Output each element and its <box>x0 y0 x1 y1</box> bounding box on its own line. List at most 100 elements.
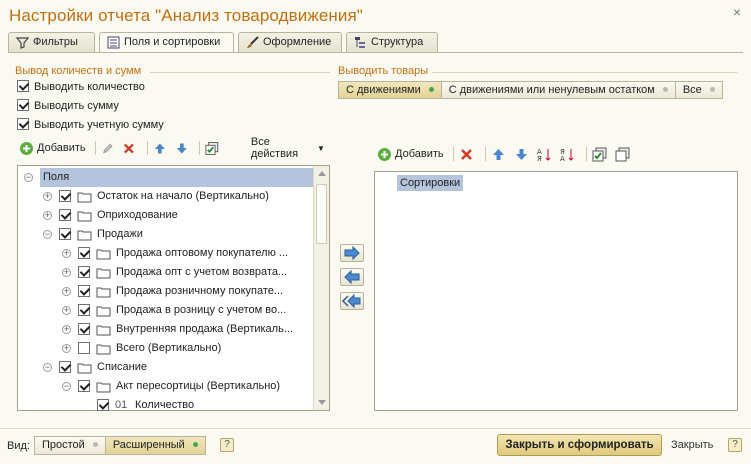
folder-icon <box>96 306 111 317</box>
check-all-icon[interactable] <box>592 147 607 162</box>
checkbox[interactable] <box>78 304 90 316</box>
option-with-movements-or-nonzero[interactable]: С движениями или ненулевым остатком <box>440 81 676 99</box>
expand-icon[interactable]: + <box>43 211 52 220</box>
expand-icon[interactable]: + <box>62 287 71 296</box>
tree-row[interactable]: + Внутренняя продажа (Вертикаль... <box>18 320 313 339</box>
sort-tree: Сортировки <box>374 171 738 411</box>
add-label: Добавить <box>37 142 86 154</box>
expand-icon[interactable]: + <box>62 325 71 334</box>
checkbox[interactable] <box>17 80 29 92</box>
checkbox[interactable] <box>78 247 90 259</box>
folder-icon <box>96 382 111 393</box>
collapse-icon[interactable]: − <box>24 173 33 182</box>
structure-icon <box>355 37 365 48</box>
folder-icon <box>77 230 92 241</box>
help-button-secondary[interactable]: ? <box>728 438 742 452</box>
uncheck-all-icon[interactable] <box>615 147 630 162</box>
checkbox-output-sum[interactable]: Выводить сумму <box>17 98 119 114</box>
tree-row[interactable]: − Поля <box>18 168 313 187</box>
tree-row[interactable]: + Оприходование <box>18 206 313 225</box>
checkbox-output-quantity[interactable]: Выводить количество <box>17 79 145 95</box>
checkbox[interactable] <box>78 266 90 278</box>
group-divider <box>432 72 737 73</box>
fields-toolbar: Добавить Все действия ▼ <box>19 136 329 160</box>
checkbox[interactable] <box>59 361 71 373</box>
view-extended-option[interactable]: Расширенный <box>104 436 206 455</box>
expand-icon[interactable]: + <box>62 344 71 353</box>
arrow-right-icon <box>344 245 360 261</box>
checkbox[interactable] <box>78 323 90 335</box>
move-down-icon[interactable] <box>175 141 189 156</box>
group-divider <box>150 72 330 73</box>
expand-icon[interactable]: + <box>43 192 52 201</box>
close-window-icon[interactable]: × <box>731 5 743 19</box>
option-label: С движениями <box>346 84 421 96</box>
collapse-icon[interactable]: − <box>62 382 71 391</box>
add-sort-button[interactable]: Добавить <box>377 145 444 163</box>
checkbox[interactable] <box>17 118 29 130</box>
tab-appearance[interactable]: Оформление <box>238 32 342 52</box>
add-label: Добавить <box>395 148 444 160</box>
check-all-icon[interactable] <box>205 141 219 156</box>
move-down-icon[interactable] <box>514 147 529 162</box>
tree-row[interactable]: − Продажи <box>18 225 313 244</box>
tree-row[interactable]: + Продажа розничному покупате... <box>18 282 313 301</box>
all-actions-menu[interactable]: Все действия ▼ <box>250 136 325 160</box>
tree-label: Продажа розничному покупате... <box>116 285 284 297</box>
collapse-icon[interactable]: − <box>43 230 52 239</box>
delete-icon[interactable] <box>122 141 136 156</box>
remove-all-from-sort-button[interactable] <box>340 292 364 310</box>
option-label: Простой <box>42 439 85 451</box>
tree-row[interactable]: + Продажа оптовому покупателю ... <box>18 244 313 263</box>
view-simple-option[interactable]: Простой <box>34 436 106 455</box>
checkbox[interactable] <box>17 99 29 111</box>
checkbox[interactable] <box>78 342 90 354</box>
close-button[interactable]: Закрыть <box>671 439 713 451</box>
help-button[interactable]: ? <box>220 438 234 452</box>
remove-from-sort-button[interactable] <box>340 268 364 286</box>
checkbox[interactable] <box>78 380 90 392</box>
chevron-down-icon: ▼ <box>317 143 325 153</box>
checkbox-output-accounting-sum[interactable]: Выводить учетную сумму <box>17 117 164 133</box>
edit-icon[interactable] <box>101 141 115 156</box>
sort-tree-row-root[interactable]: Сортировки <box>397 174 464 193</box>
sort-descending-icon[interactable]: ЯA <box>560 147 575 162</box>
checkbox[interactable] <box>59 228 71 240</box>
tree-row[interactable]: + Продажа в розницу с учетом во... <box>18 301 313 320</box>
scrollbar-vertical[interactable] <box>313 166 329 410</box>
delete-icon[interactable] <box>459 147 474 162</box>
checkbox[interactable] <box>78 285 90 297</box>
collapse-icon[interactable]: − <box>43 363 52 372</box>
tree-row[interactable]: − Акт пересортицы (Вертикально) <box>18 377 313 396</box>
expand-icon[interactable]: + <box>62 306 71 315</box>
scroll-up-icon[interactable] <box>318 171 326 176</box>
folder-icon <box>96 344 111 355</box>
checkbox[interactable] <box>97 399 109 411</box>
tab-filters[interactable]: Фильтры <box>8 32 95 52</box>
close-and-generate-button[interactable]: Закрыть и сформировать <box>497 434 662 456</box>
checkbox[interactable] <box>59 209 71 221</box>
toolbar-separator <box>452 147 454 161</box>
tree-row[interactable]: − Списание <box>18 358 313 377</box>
scroll-thumb[interactable] <box>316 184 327 244</box>
move-up-icon[interactable] <box>153 141 167 156</box>
move-up-icon[interactable] <box>491 147 506 162</box>
all-actions-label: Все действия <box>250 136 299 160</box>
folder-icon <box>96 325 111 336</box>
tab-fields-and-sorting[interactable]: Поля и сортировки <box>99 32 234 53</box>
tab-structure[interactable]: Структура <box>346 32 438 52</box>
scroll-down-icon[interactable] <box>318 400 326 405</box>
checkbox[interactable] <box>59 190 71 202</box>
tree-row[interactable]: + Остаток на начало (Вертикально) <box>18 187 313 206</box>
option-with-movements[interactable]: С движениями <box>338 81 442 99</box>
tree-row[interactable]: 01 Количество <box>18 396 313 415</box>
add-to-sort-button[interactable] <box>340 244 364 262</box>
tree-row[interactable]: + Продажа опт с учетом возврата... <box>18 263 313 282</box>
expand-icon[interactable]: + <box>62 268 71 277</box>
option-all[interactable]: Все <box>674 81 723 99</box>
tab-label: Оформление <box>263 36 332 48</box>
tree-row[interactable]: + Всего (Вертикально) <box>18 339 313 358</box>
add-field-button[interactable]: Добавить <box>19 139 86 157</box>
expand-icon[interactable]: + <box>62 249 71 258</box>
sort-ascending-icon[interactable]: AЯ <box>537 147 552 162</box>
